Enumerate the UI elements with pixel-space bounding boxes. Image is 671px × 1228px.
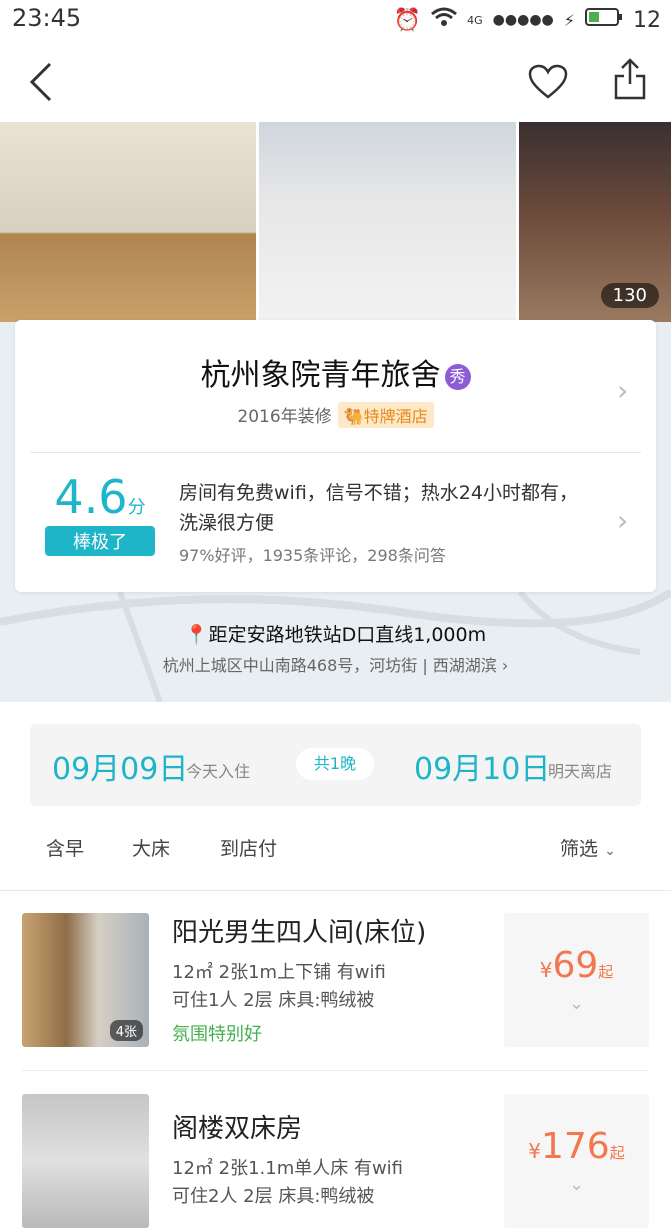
nav-bar xyxy=(0,42,671,122)
filter-pay-at-hotel[interactable]: 到店付 xyxy=(220,834,277,861)
checkin-date[interactable]: 09月09日 xyxy=(52,744,188,788)
filter-breakfast[interactable]: 含早 xyxy=(46,834,84,861)
show-badge: 秀 xyxy=(444,363,471,390)
divider xyxy=(0,890,671,891)
location-distance-row[interactable]: 📍距定安路地铁站D口直线1,000m xyxy=(0,620,671,647)
back-button[interactable] xyxy=(26,62,54,106)
room-price: ¥69起 xyxy=(504,945,649,986)
room-details: 可住2人 2层 床具:鸭绒被 xyxy=(172,1186,375,1207)
chevron-right-icon: › xyxy=(496,656,509,675)
room-image[interactable]: 4张 xyxy=(22,913,149,1047)
hotel-tag-label: 特牌酒店 xyxy=(363,407,428,426)
location-address-row[interactable]: 杭州上城区中山南路468号，河坊街 | 西湖湖滨 › xyxy=(0,652,671,676)
chevron-down-icon: ⌄ xyxy=(604,843,616,859)
status-icons: ⏰ 4G ●●●●● ⚡ 12 xyxy=(394,4,661,36)
hotel-tag: 🐫特牌酒店 xyxy=(337,402,434,428)
chevron-right-icon[interactable]: › xyxy=(617,504,628,537)
price-value: 176 xyxy=(541,1126,610,1167)
filter-big-bed[interactable]: 大床 xyxy=(132,834,170,861)
gallery-photo-room[interactable] xyxy=(0,122,256,322)
nights-badge: 共1晚 xyxy=(296,748,374,780)
network-label: 4G xyxy=(467,13,483,27)
filter-button[interactable]: 筛选 ⌄ xyxy=(560,834,616,861)
date-selector[interactable]: 09月09日 今天入住 共1晚 09月10日 明天离店 xyxy=(30,724,641,806)
price-suffix: 起 xyxy=(598,963,614,981)
chevron-right-icon[interactable]: › xyxy=(617,374,628,407)
room-price: ¥176起 xyxy=(504,1126,649,1167)
signal-icon: ●●●●● xyxy=(492,12,554,28)
checkout-date[interactable]: 09月10日 xyxy=(414,744,550,788)
filter-label: 筛选 xyxy=(560,838,599,860)
camel-icon: 🐫 xyxy=(343,407,364,426)
price-value: 69 xyxy=(552,945,599,986)
heart-icon xyxy=(528,64,568,99)
price-button[interactable]: ¥176起 ⌄ xyxy=(504,1094,649,1228)
battery-level: 12 xyxy=(633,7,661,33)
image-count: 4张 xyxy=(109,1020,143,1041)
back-icon xyxy=(29,62,52,102)
photo-gallery[interactable]: 130 xyxy=(0,122,671,322)
room-title[interactable]: 阳光男生四人间(床位) xyxy=(172,912,426,949)
room-image[interactable] xyxy=(22,1094,149,1228)
hotel-name-row[interactable]: 杭州象院青年旅舍秀 xyxy=(15,350,656,394)
room-highlight: 氛围特别好 xyxy=(172,1024,262,1045)
score-label: 棒极了 xyxy=(45,526,155,556)
share-icon xyxy=(614,58,646,100)
battery-icon xyxy=(585,7,623,33)
review-snippet[interactable]: 房间有免费wifi，信号不错；热水24小时都有，洗澡很方便 xyxy=(179,478,589,538)
currency: ¥ xyxy=(528,1139,541,1163)
alarm-icon: ⏰ xyxy=(393,7,422,33)
renovation-year: 2016年装修 xyxy=(237,407,332,427)
status-time: 23:45 xyxy=(12,4,82,32)
price-button[interactable]: ¥69起 ⌄ xyxy=(504,913,649,1047)
score-unit: 分 xyxy=(127,497,146,518)
status-bar: 23:45 ⏰ 4G ●●●●● ⚡ 12 xyxy=(0,0,671,42)
price-suffix: 起 xyxy=(609,1144,625,1162)
location-distance: 距定安路地铁站D口直线1,000m xyxy=(208,624,487,646)
room-details: 可住1人 2层 床具:鸭绒被 xyxy=(172,990,375,1011)
room-title[interactable]: 阁楼双床房 xyxy=(172,1108,302,1145)
room-specs: 12㎡ 2张1m上下铺 有wifi xyxy=(172,962,386,983)
hotel-name: 杭州象院青年旅舍 xyxy=(200,358,441,393)
review-stats: 97%好评，1935条评论，298条问答 xyxy=(179,546,446,565)
photo-count: 130 xyxy=(600,283,659,308)
charging-icon: ⚡ xyxy=(563,10,575,30)
location-address: 杭州上城区中山南路468号，河坊街 | 西湖湖滨 xyxy=(162,656,497,675)
divider xyxy=(22,1070,649,1071)
divider xyxy=(30,452,641,453)
share-button[interactable] xyxy=(614,58,646,104)
currency: ¥ xyxy=(539,958,553,982)
checkout-label: 明天离店 xyxy=(548,762,613,781)
score-block[interactable]: 4.6分 棒极了 xyxy=(45,470,155,556)
checkin-label: 今天入住 xyxy=(186,762,251,781)
hotel-info-card: 杭州象院青年旅舍秀 2016年装修 🐫特牌酒店 › 4.6分 棒极了 房间有免费w… xyxy=(15,320,656,592)
wifi-icon xyxy=(431,7,458,33)
room-specs: 12㎡ 2张1.1m单人床 有wifi xyxy=(172,1158,404,1179)
chevron-down-icon: ⌄ xyxy=(568,993,585,1014)
favorite-button[interactable] xyxy=(528,64,568,104)
location-pin-icon: 📍 xyxy=(184,624,209,646)
gallery-photo-lounge[interactable]: 130 xyxy=(518,122,671,322)
gallery-photo-entrance[interactable] xyxy=(258,122,516,322)
score-value: 4.6 xyxy=(54,470,128,524)
hotel-subline: 2016年装修 🐫特牌酒店 xyxy=(15,402,656,428)
